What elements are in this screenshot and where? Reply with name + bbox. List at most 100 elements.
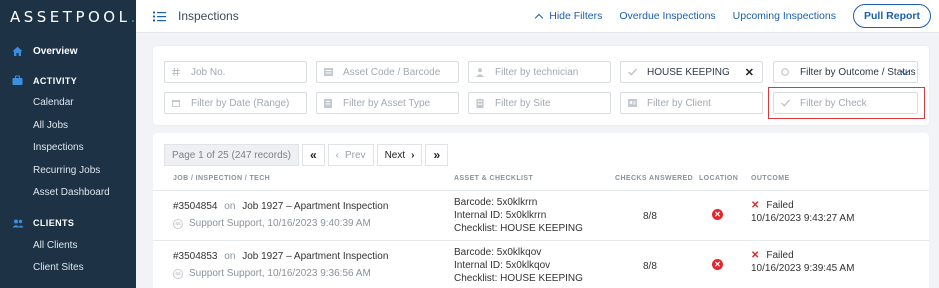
overdue-inspections-link[interactable]: Overdue Inspections <box>619 10 715 22</box>
table-row[interactable]: #3504853 on Job 1927 – Apartment Inspect… <box>153 240 929 288</box>
site-placeholder: Filter by Site <box>495 97 551 109</box>
top-bar: Inspections Hide Filters Overdue Inspect… <box>136 0 939 33</box>
home-icon <box>12 46 23 57</box>
outcome-status-select[interactable]: Filter by Outcome / Status <box>773 61 918 83</box>
job-id-link[interactable]: #3504854 <box>173 201 218 212</box>
date-range-filter[interactable]: Filter by Date (Range) <box>164 92 307 114</box>
col-header-job: JOB / INSPECTION / TECH <box>173 175 271 182</box>
client-card-icon <box>628 99 637 107</box>
tech-line: SS Support Support, 10/16/2023 9:36:56 A… <box>173 268 371 279</box>
section-clients: CLIENTS <box>0 212 136 234</box>
user-icon <box>476 68 484 77</box>
job-line: #3504853 on Job 1927 – Apartment Inspect… <box>173 251 388 262</box>
chevron-left-icon: ‹ <box>335 149 339 161</box>
first-page-button[interactable]: « <box>301 144 325 166</box>
prev-label: Prev <box>345 149 366 161</box>
sidebar-item-calendar[interactable]: Calendar <box>0 92 136 115</box>
asset-code-input[interactable]: Asset Code / Barcode <box>316 61 459 83</box>
sidebar-item-inspections[interactable]: Inspections <box>0 137 136 160</box>
hide-filters-link[interactable]: Hide Filters <box>535 10 603 22</box>
checklist-filter[interactable]: HOUSE KEEPING ✕ <box>620 61 763 83</box>
failed-x-icon: ✕ <box>751 250 760 261</box>
sidebar-item-asset-dashboard[interactable]: Asset Dashboard <box>0 182 136 205</box>
logo[interactable]: ASSETPOOL. <box>0 0 136 34</box>
col-header-outcome: OUTCOME <box>751 175 790 182</box>
col-header-asset: ASSET & CHECKLIST <box>454 175 534 182</box>
page-info: Page 1 of 25 (247 records) <box>164 144 299 166</box>
job-name-link[interactable]: Job 1927 – Apartment Inspection <box>242 201 388 212</box>
prev-page-button[interactable]: ‹ Prev <box>327 144 374 166</box>
failed-x-icon: ✕ <box>751 200 760 211</box>
sidebar-item-label: All Jobs <box>33 119 69 131</box>
check-icon <box>628 68 637 76</box>
chevron-right-icon: › <box>411 149 415 161</box>
technician-filter[interactable]: Filter by technician <box>468 61 611 83</box>
briefcase-icon <box>12 75 23 86</box>
on-text: on <box>224 201 236 212</box>
sidebar-item-label: Asset Dashboard <box>33 187 110 199</box>
date-range-placeholder: Filter by Date (Range) <box>191 97 290 109</box>
checklist-text: Checklist: HOUSE KEEPING <box>454 223 583 234</box>
asset-type-icon <box>324 99 332 108</box>
avatar: SS <box>173 268 183 279</box>
outcome-status-placeholder: Filter by Outcome / Status <box>800 66 916 78</box>
inspections-table-card: Page 1 of 25 (247 records) « ‹ Prev Next… <box>153 133 929 288</box>
sidebar-item-label: Overview <box>33 45 78 57</box>
clear-checklist-icon[interactable]: ✕ <box>745 66 754 79</box>
calendar-icon <box>172 99 180 107</box>
location-error-icon[interactable]: ✕ <box>712 209 723 220</box>
outcome-time: 10/16/2023 9:39:45 AM <box>751 263 855 274</box>
checklist-text: Checklist: HOUSE KEEPING <box>454 273 583 284</box>
table-row[interactable]: #3504854 on Job 1927 – Apartment Inspect… <box>153 190 929 239</box>
asset-type-filter[interactable]: Filter by Asset Type <box>316 92 459 114</box>
sidebar-item-all-clients[interactable]: All Clients <box>0 234 136 257</box>
site-filter[interactable]: Filter by Site <box>468 92 611 114</box>
hash-icon <box>172 67 180 77</box>
page-title: Inspections <box>178 9 239 23</box>
filter-panel: Job No. Asset Code / Barcode Filter by t… <box>153 46 929 125</box>
col-header-location: LOCATION <box>699 175 739 182</box>
sidebar-item-label: Client Sites <box>33 262 84 274</box>
building-icon <box>476 99 484 108</box>
last-page-button[interactable]: » <box>425 144 449 166</box>
pull-report-button[interactable]: Pull Report <box>852 4 931 28</box>
users-icon <box>12 218 24 229</box>
barcode-icon <box>324 68 333 76</box>
sidebar-item-label: Inspections <box>33 142 84 154</box>
sidebar-item-all-jobs[interactable]: All Jobs <box>0 114 136 137</box>
location-error-icon[interactable]: ✕ <box>712 259 723 270</box>
sidebar: ASSETPOOL. Overview ACTIVITY Calendar Al… <box>0 0 136 288</box>
hide-filters-label: Hide Filters <box>549 10 603 22</box>
job-name-link[interactable]: Job 1927 – Apartment Inspection <box>242 251 388 262</box>
asset-code-placeholder: Asset Code / Barcode <box>343 66 441 78</box>
asset-info: Barcode: 5x0klkqov Internal ID: 5x0klkqo… <box>454 246 583 285</box>
barcode-text: Barcode: 5x0klkqov <box>454 247 542 258</box>
next-page-button[interactable]: Next › <box>376 144 423 166</box>
on-text: on <box>224 251 236 262</box>
checklist-value: HOUSE KEEPING <box>647 66 730 78</box>
next-label: Next <box>384 149 406 161</box>
sidebar-item-recurring-jobs[interactable]: Recurring Jobs <box>0 159 136 182</box>
technician-placeholder: Filter by technician <box>495 66 579 78</box>
highlight-box <box>768 87 925 119</box>
asset-type-placeholder: Filter by Asset Type <box>343 97 431 109</box>
upcoming-inspections-link[interactable]: Upcoming Inspections <box>733 10 836 22</box>
sidebar-item-label: Calendar <box>33 97 74 109</box>
pagination: Page 1 of 25 (247 records) « ‹ Prev Next… <box>164 144 449 166</box>
internal-id-text: Internal ID: 5x0klkrrn <box>454 210 547 221</box>
tech-line: SS Support Support, 10/16/2023 9:40:39 A… <box>173 218 371 229</box>
job-no-input[interactable]: Job No. <box>164 61 307 83</box>
sidebar-item-client-sites[interactable]: Client Sites <box>0 257 136 280</box>
job-id-link[interactable]: #3504853 <box>173 251 218 262</box>
client-filter[interactable]: Filter by Client <box>620 92 763 114</box>
section-label: CLIENTS <box>33 218 75 228</box>
sidebar-item-overview[interactable]: Overview <box>0 40 136 63</box>
outcome-status: Failed <box>766 250 794 261</box>
list-menu-icon[interactable] <box>153 10 166 23</box>
outcome-time: 10/16/2023 9:43:27 AM <box>751 213 855 224</box>
section-activity: ACTIVITY <box>0 70 136 92</box>
outcome-status: Failed <box>766 200 794 211</box>
logo-text: ASSETPOOL <box>10 8 131 26</box>
chevron-up-icon <box>535 13 544 22</box>
circle-icon <box>781 68 789 76</box>
